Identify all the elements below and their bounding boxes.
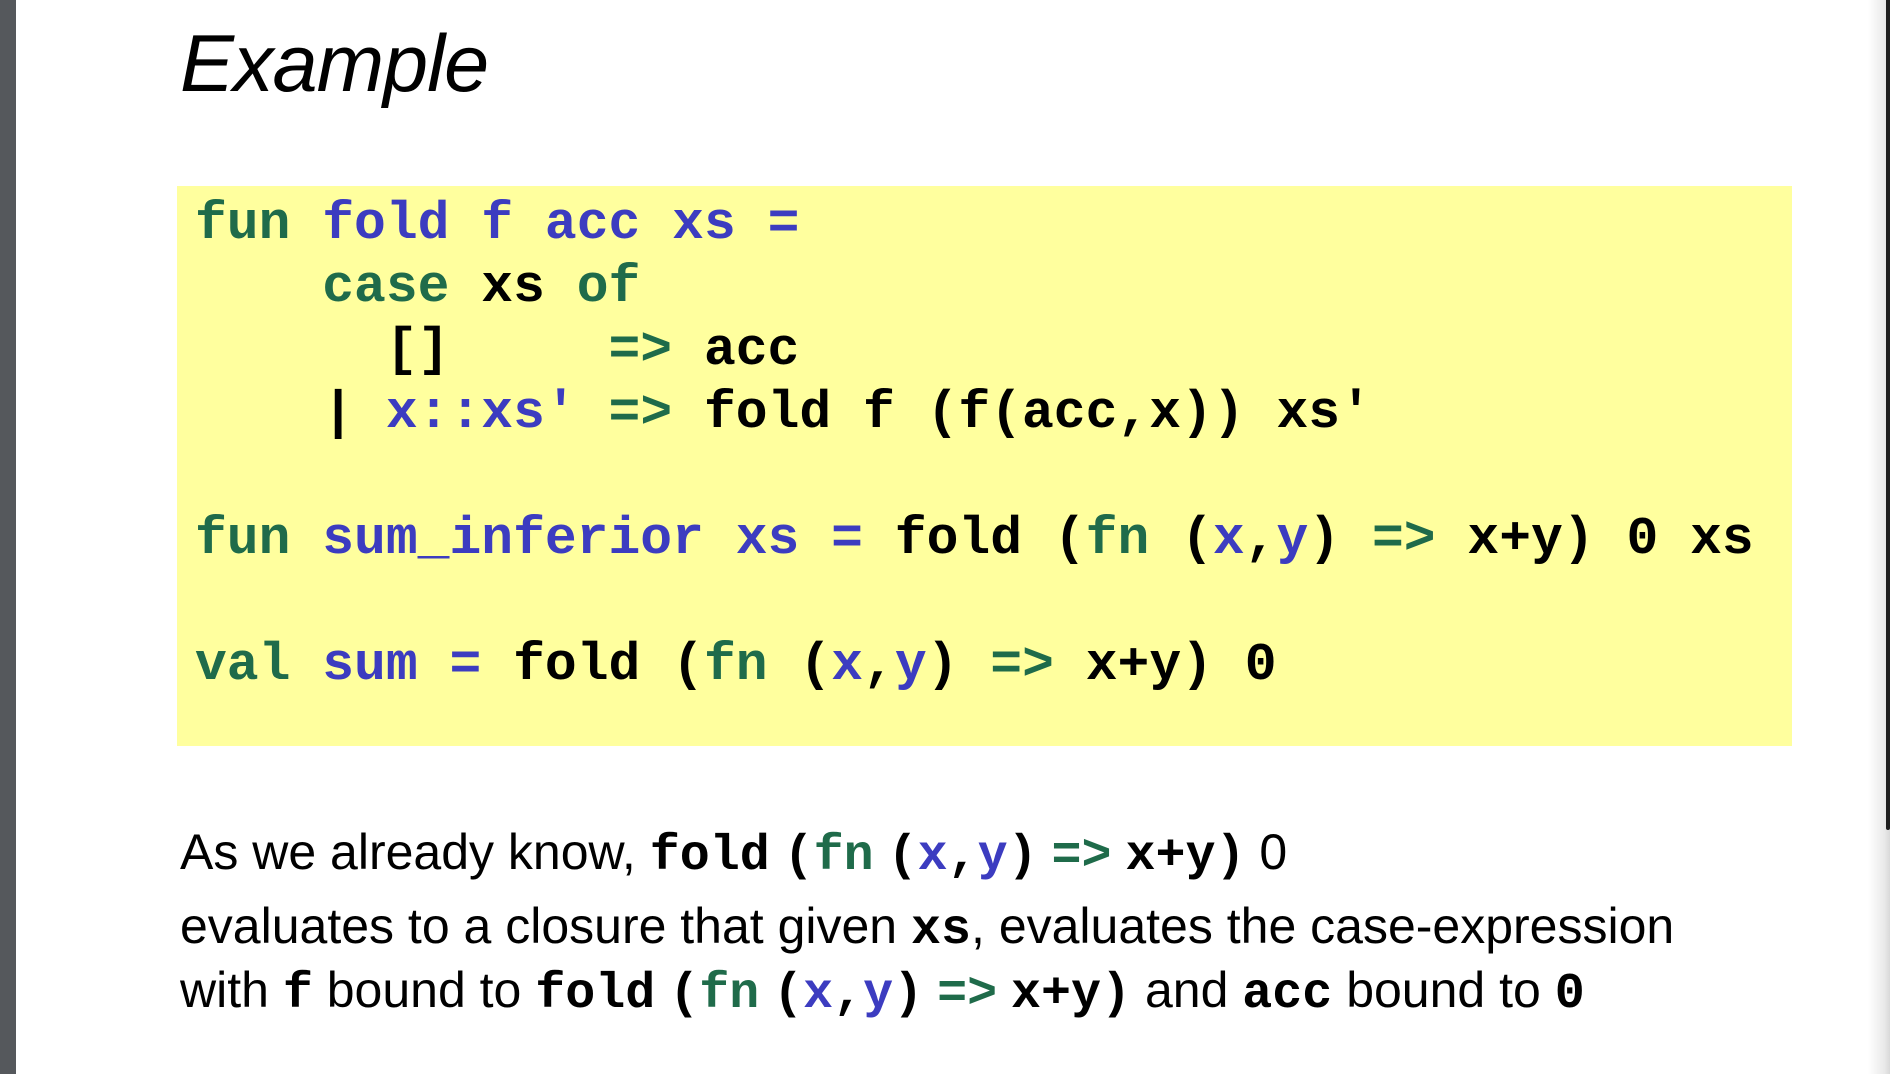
param-x: x [1212,509,1245,569]
paren: ) [926,635,959,695]
param-y: y [894,635,927,695]
inline-arrow: => [937,966,998,1023]
paragraph-text: and [1131,962,1243,1018]
equals-sign: = [767,194,800,254]
paragraph-text: evaluates to a closure that given [180,898,912,954]
identifier-sum: sum [322,635,418,695]
paren: ) [1007,828,1038,885]
inline-zero: 0 [1554,966,1585,1023]
equals-sign: = [449,635,482,695]
keyword-val: val [195,635,291,695]
arrow: => [608,320,673,380]
arrow: => [608,383,673,443]
param-y: y [1276,509,1309,569]
paren: ( [773,966,804,1023]
arrow: => [990,635,1054,695]
scrollbar-thumb[interactable] [1886,0,1890,830]
paragraph-text: As we already know, [180,824,650,880]
inline-code-fold: fold [649,828,770,885]
paren: ( [672,635,704,695]
keyword-of: of [576,257,641,317]
paragraph-line-3: with f bound to fold (fn (x,y) => x+y) a… [180,958,1585,1027]
inline-param-y: y [977,828,1008,885]
initial-value: 0 [1244,635,1277,695]
paren: ( [1053,509,1086,569]
identifier-acc: acc [544,194,641,254]
identifier-sum-inferior: sum_inferior [322,509,704,569]
paren: ( [799,635,832,695]
inline-code-f: f [282,966,313,1023]
comma: , [863,635,895,695]
slide-title: Example [180,19,489,109]
param-x: x [831,635,864,695]
call-fold: fold [513,635,641,695]
arrow: => [1371,509,1436,569]
paren: ) [893,966,924,1023]
inline-code-acc: acc [1242,966,1333,1023]
inline-param-x: x [803,966,834,1023]
paragraph-text: with [180,962,283,1018]
identifier-f: f [481,194,514,254]
lambda-body: x+y) [1467,509,1595,569]
code-block: fun fold f acc xs = case xs of [] => acc… [177,186,1792,746]
paren: ( [669,966,700,1023]
window-left-edge [0,0,16,1074]
comma: , [947,828,978,885]
empty-list-pattern: [] [385,320,450,380]
keyword-case: case [322,257,450,317]
inline-keyword-fn: fn [699,966,760,1023]
inline-code-fold: fold [535,966,656,1023]
initial-value: 0 [1626,509,1659,569]
identifier-xs: xs [672,194,736,254]
code-line-6: val sum = fold (fn (x,y) => x+y) 0 [195,633,1277,697]
call-fold: fold [894,509,1023,569]
keyword-fun: fun [195,194,291,254]
paragraph-text: bound to [1332,962,1555,1018]
code-line-3: [] => acc [195,318,800,382]
identifier-xs: xs [735,509,800,569]
keyword-fn: fn [1085,509,1150,569]
inline-lambda-body: x+y) [1125,828,1246,885]
code-line-4: | x::xs′ => fold f (f(acc,x)) xs′ [195,381,1372,445]
identifier-xs: xs [481,257,545,317]
recursive-call: fold f (f(acc,x)) xs′ [703,383,1372,443]
comma: , [1244,509,1277,569]
keyword-fn: fn [703,635,768,695]
code-line-1: fun fold f acc xs = [195,192,799,256]
inline-lambda-body: x+y) [1011,966,1132,1023]
paren: ( [783,828,814,885]
paren: ) [1308,509,1341,569]
result-acc: acc [703,320,800,380]
equals-sign: = [831,509,863,569]
inline-arrow: => [1051,828,1112,885]
paragraph-text: , evaluates the case-expression [971,898,1675,954]
paren: ( [887,828,918,885]
paragraph-text: bound to [312,962,536,1018]
comma: , [833,966,864,1023]
inline-param-y: y [863,966,894,1023]
paragraph-line-2: evaluates to a closure that given xs, ev… [180,894,1674,963]
cons-pattern: x::xs′ [385,383,577,443]
identifier-fold: fold [322,194,450,254]
inline-zero: 0 [1259,824,1288,880]
inline-code-xs: xs [911,902,972,959]
paren: ( [1181,509,1213,569]
paragraph-line-1: As we already know, fold (fn (x,y) => x+… [180,820,1287,889]
lambda-body: x+y) [1085,635,1213,695]
pattern-bar: | [322,383,355,443]
argument-xs: xs [1690,509,1754,569]
keyword-fun: fun [195,509,291,569]
code-line-5: fun sum_inferior xs = fold (fn (x,y) => … [195,507,1754,571]
code-line-2: case xs of [195,255,640,319]
inline-keyword-fn: fn [813,828,874,885]
inline-param-x: x [917,828,948,885]
